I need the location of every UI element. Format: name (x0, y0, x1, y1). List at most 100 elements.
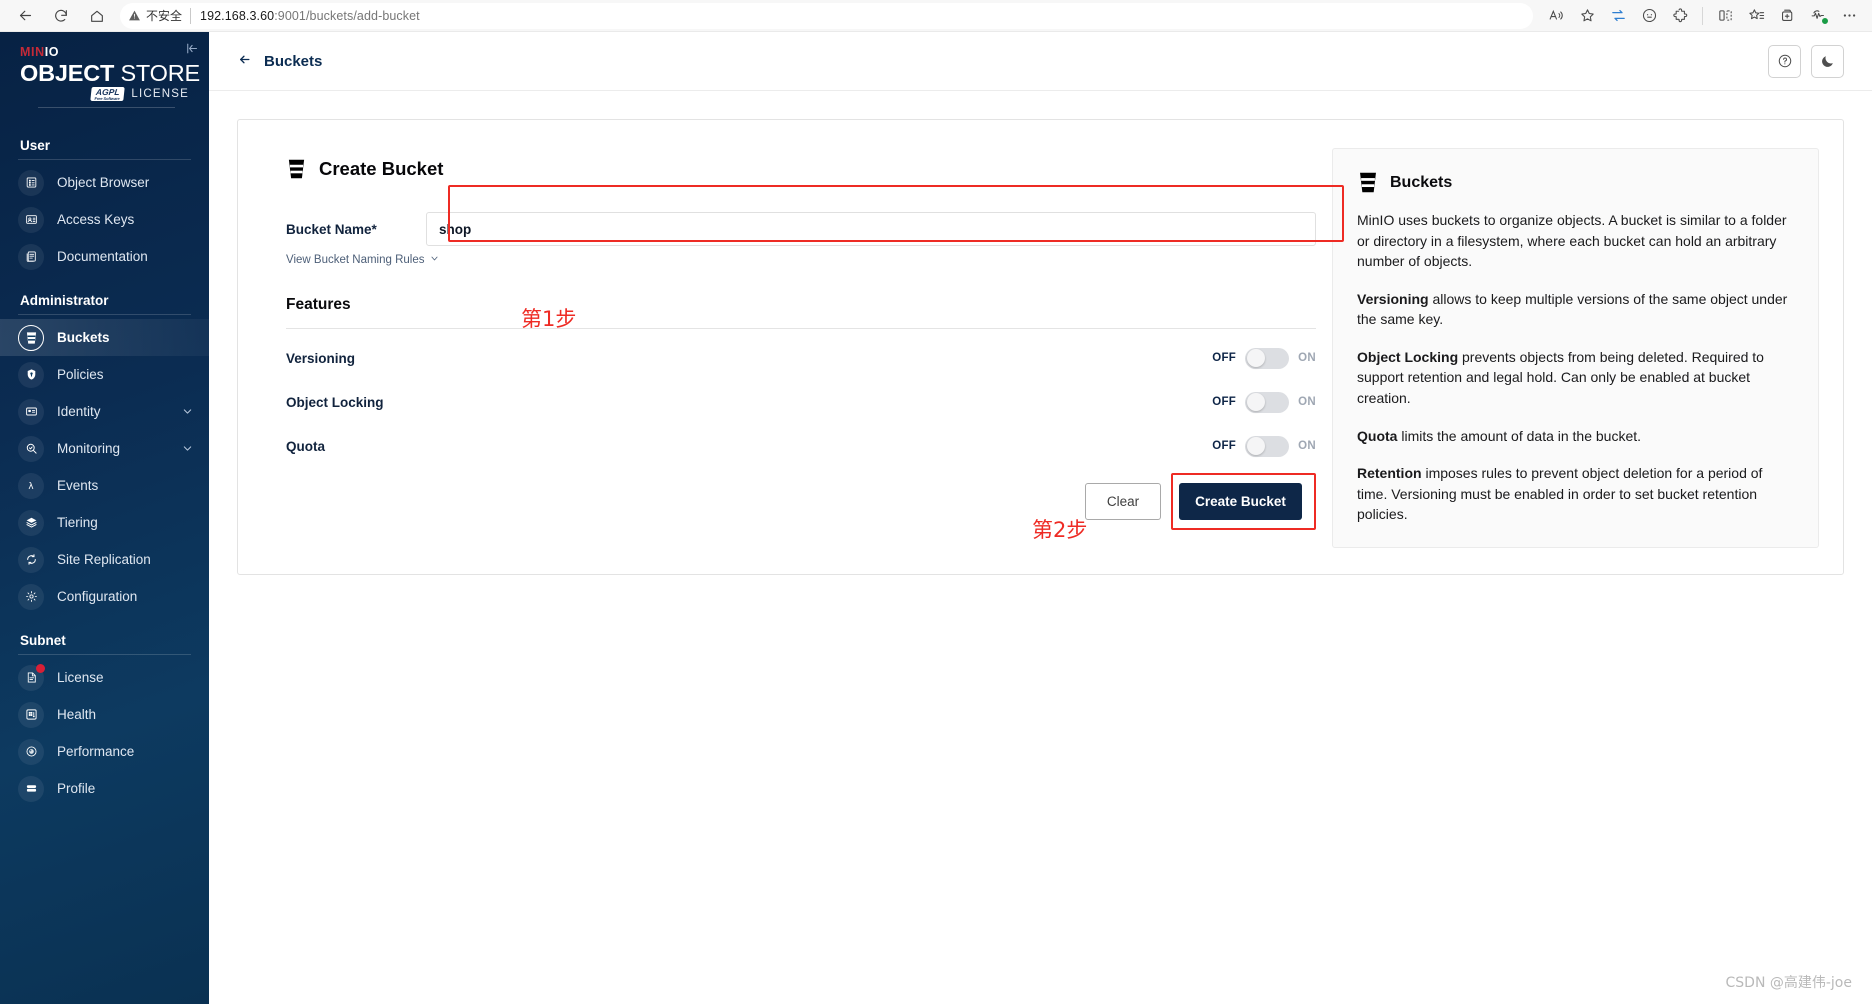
reload-icon[interactable] (44, 2, 78, 30)
sidebar-item-profile[interactable]: Profile (0, 770, 209, 807)
sidebar-item-license[interactable]: License (0, 659, 209, 696)
sidebar-item-documentation[interactable]: Documentation (0, 238, 209, 275)
features-list: Versioning OFF ON Object Locking OFF ON Quota O… (286, 343, 1316, 461)
sidebar-section-divider (18, 654, 191, 656)
toggle-knob (1247, 437, 1266, 455)
info-paragraph: Versioning allows to keep multiple versi… (1357, 289, 1794, 330)
security-label: 不安全 (146, 9, 183, 23)
back-arrow-icon[interactable] (237, 53, 252, 70)
settings-and-more-icon[interactable] (1834, 3, 1864, 29)
sidebar-item-events[interactable]: λ Events (0, 467, 209, 504)
app-shell: MINIO OBJECT STORE AGPL Free Software LI… (0, 32, 1872, 1004)
read-aloud-icon[interactable] (1541, 3, 1571, 29)
feature-toggle-group: OFF ON (1212, 435, 1316, 457)
logo-brand-suffix: IO (44, 45, 60, 59)
breadcrumb[interactable]: Buckets (237, 53, 322, 70)
sidebar-item-identity[interactable]: Identity (0, 393, 209, 430)
performance-icon[interactable] (1803, 3, 1833, 29)
clear-button[interactable]: Clear (1085, 483, 1161, 520)
sidebar-item-label: License (57, 670, 104, 686)
collections-icon[interactable] (1741, 3, 1771, 29)
sidebar-item-object-browser[interactable]: Object Browser (0, 164, 209, 201)
sidebar-item-label: Tiering (57, 515, 98, 531)
sidebar-item-buckets[interactable]: Buckets (0, 319, 209, 357)
feature-row-object-locking: Object Locking OFF ON (286, 387, 1316, 417)
create-bucket-button[interactable]: Create Bucket (1179, 483, 1302, 520)
chevron-down-icon[interactable] (182, 406, 193, 417)
info-paragraph: MinIO uses buckets to organize objects. … (1357, 210, 1794, 272)
address-divider (190, 7, 192, 24)
tiering-layers-icon (18, 509, 44, 536)
agpl-badge: AGPL Free Software (90, 87, 126, 102)
toolbar-divider (1702, 6, 1703, 25)
sidebar-item-site-replication[interactable]: Site Replication (0, 541, 209, 578)
profile-icon (18, 775, 44, 802)
annotation-step1: 第1步 (521, 307, 577, 331)
form-title-label: Create Bucket (319, 158, 444, 179)
sidebar-item-performance[interactable]: Performance (0, 733, 209, 770)
back-arrow-icon[interactable] (8, 2, 42, 30)
browser-essentials-icon[interactable] (1603, 3, 1633, 29)
sidebar-item-health[interactable]: Health (0, 696, 209, 733)
home-icon[interactable] (80, 2, 114, 30)
favorite-star-icon[interactable] (1572, 3, 1602, 29)
feature-toggle-switch[interactable] (1245, 391, 1290, 413)
warning-triangle-icon (129, 10, 140, 21)
sidebar-item-access-keys[interactable]: Access Keys (0, 201, 209, 238)
logo-divider (38, 107, 175, 109)
sidebar-item-policies[interactable]: Policies (0, 356, 209, 393)
minio-logo[interactable]: MINIO OBJECT STORE AGPL Free Software LI… (0, 32, 209, 120)
feature-toggle-switch[interactable] (1245, 347, 1290, 369)
sidebar-nav: User Object Browser Access Keys Documentati… (0, 120, 209, 807)
license-doc-icon (18, 663, 45, 691)
info-paragraph-text: MinIO uses buckets to organize objects. … (1357, 212, 1787, 270)
feature-row-quota: Quota OFF ON (286, 431, 1316, 461)
page-content: Create Bucket Bucket Name* View Bucket N… (209, 91, 1872, 1004)
dark-mode-moon-icon[interactable] (1811, 44, 1844, 78)
form-actions: Clear Create Bucket (286, 473, 1316, 530)
security-warning[interactable]: 不安全 (128, 7, 190, 24)
url-path: :9001/buckets/add-bucket (274, 8, 420, 23)
annotation-step2: 第2步 (1032, 518, 1088, 542)
sidebar-item-tiering[interactable]: Tiering (0, 504, 209, 541)
sidebar-item-label: Access Keys (57, 212, 135, 228)
feature-toggle-switch[interactable] (1245, 435, 1290, 457)
toggle-off-label: OFF (1212, 352, 1237, 364)
bucket-name-input[interactable] (426, 212, 1316, 246)
copilot-icon[interactable] (1634, 3, 1664, 29)
extensions-icon[interactable] (1665, 3, 1695, 29)
license-word: LICENSE (131, 88, 189, 101)
svg-text:λ: λ (28, 482, 33, 492)
collapse-sidebar-icon[interactable] (181, 38, 201, 58)
toggle-on-label: ON (1298, 396, 1316, 408)
view-bucket-naming-rules-link[interactable]: View Bucket Naming Rules (286, 254, 1316, 266)
sidebar-item-configuration[interactable]: Configuration (0, 578, 209, 615)
logo-title: OBJECT STORE (20, 59, 200, 86)
url-host: 192.168.3.60 (200, 8, 275, 23)
add-tab-group-icon[interactable] (1772, 3, 1802, 29)
bucket-icon (18, 324, 44, 351)
site-replication-icon (18, 546, 44, 573)
info-paragraphs: MinIO uses buckets to organize objects. … (1357, 210, 1794, 525)
split-screen-icon[interactable] (1710, 3, 1740, 29)
logo-title-bold: OBJECT (20, 59, 115, 86)
sidebar-item-label: Buckets (57, 330, 110, 346)
address-bar[interactable]: 不安全 192.168.3.60:9001/buckets/add-bucket (120, 2, 1533, 29)
performance-gauge-icon (18, 738, 44, 765)
help-circle-icon[interactable] (1768, 44, 1801, 78)
info-title-label: Buckets (1390, 173, 1453, 191)
notification-badge (36, 663, 45, 673)
sidebar-item-label: Configuration (57, 589, 138, 605)
toggle-on-label: ON (1298, 352, 1316, 364)
chevron-down-icon[interactable] (182, 443, 193, 454)
info-paragraph-text: limits the amount of data in the bucket. (1397, 427, 1642, 444)
sidebar-item-monitoring[interactable]: Monitoring (0, 430, 209, 467)
sidebar-item-label: Profile (57, 781, 96, 797)
feature-toggle-group: OFF ON (1212, 391, 1316, 413)
features-divider (286, 328, 1316, 329)
feature-row-versioning: Versioning OFF ON (286, 343, 1316, 373)
bucket-icon (1360, 172, 1376, 193)
sidebar-section-label-subnet: Subnet (20, 633, 66, 649)
bucket-icon (288, 159, 305, 179)
url-text: 192.168.3.60:9001/buckets/add-bucket (200, 9, 420, 23)
